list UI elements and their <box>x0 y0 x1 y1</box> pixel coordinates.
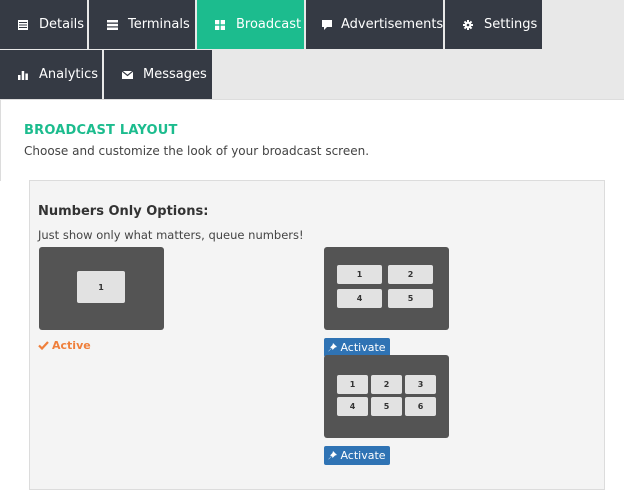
comment-icon <box>322 18 332 32</box>
content-border <box>0 99 1 181</box>
layout-cell: 4 <box>337 397 368 416</box>
tab-terminals[interactable]: Terminals <box>89 0 195 49</box>
tab-advertisements[interactable]: Advertisements <box>306 0 443 49</box>
check-icon <box>38 341 49 350</box>
tab-label: Broadcast <box>236 17 302 32</box>
options-description: Just show only what matters, queue numbe… <box>38 228 304 242</box>
layout-cell: 1 <box>337 265 382 284</box>
active-status-label: Active <box>52 339 91 352</box>
tab-label: Advertisements <box>341 17 444 32</box>
gear-icon <box>461 18 475 32</box>
options-title: Numbers Only Options: <box>38 204 209 219</box>
page-subtitle: Choose and customize the look of your br… <box>24 144 370 158</box>
numbers-only-panel <box>29 180 605 490</box>
layout-cell: 4 <box>337 289 382 308</box>
tab-label: Details <box>39 17 85 32</box>
layout-cell: 2 <box>371 375 402 394</box>
layout-cell: 1 <box>77 271 125 303</box>
tab-messages[interactable]: Messages <box>104 50 212 99</box>
layout-cell: 5 <box>388 289 433 308</box>
tab-analytics[interactable]: Analytics <box>0 50 102 99</box>
activate-label: Activate <box>340 449 386 462</box>
layout-cell: 2 <box>388 265 433 284</box>
list-icon <box>16 18 30 32</box>
page-title: BROADCAST LAYOUT <box>24 123 178 138</box>
grid-icon <box>213 18 227 32</box>
pin-icon <box>328 451 338 460</box>
tab-label: Analytics <box>39 67 99 82</box>
tab-label: Settings <box>484 17 538 32</box>
activate-button-3x2[interactable]: Activate <box>324 446 390 465</box>
server-icon <box>105 18 119 32</box>
layout-cell: 1 <box>337 375 368 394</box>
activate-label: Activate <box>340 341 386 354</box>
tab-settings[interactable]: Settings <box>445 0 542 49</box>
tab-label: Messages <box>143 67 207 82</box>
tab-label: Terminals <box>128 17 190 32</box>
layout-cell: 5 <box>371 397 402 416</box>
layout-preview-single[interactable]: 1 <box>39 247 164 330</box>
layout-preview-2x2[interactable]: 1 2 4 5 <box>324 247 449 330</box>
active-status: Active <box>38 339 91 352</box>
tab-divider <box>0 99 624 100</box>
envelope-icon <box>120 68 134 82</box>
layout-cell: 6 <box>405 397 436 416</box>
bar-chart-icon <box>16 68 30 82</box>
tab-details[interactable]: Details <box>0 0 87 49</box>
layout-preview-3x2[interactable]: 1 2 3 4 5 6 <box>324 355 449 438</box>
pin-icon <box>328 343 338 352</box>
tab-bar: Details Terminals Broadcast Advertisemen… <box>0 0 624 99</box>
tab-broadcast[interactable]: Broadcast <box>197 0 304 49</box>
layout-cell: 3 <box>405 375 436 394</box>
